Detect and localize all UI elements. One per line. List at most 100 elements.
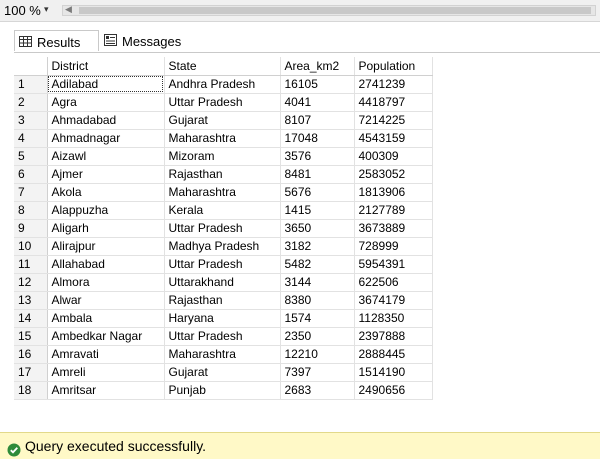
table-cell[interactable]: Allahabad [47, 255, 165, 274]
table-row[interactable]: 8 Alappuzha Kerala 1415 2127789 [14, 201, 433, 220]
table-cell[interactable]: 16105 [280, 75, 355, 94]
tab-results[interactable]: Results [14, 30, 99, 51]
table-cell[interactable]: Aligarh [47, 219, 165, 238]
table-cell[interactable]: Rajasthan [164, 291, 281, 310]
table-cell[interactable]: Haryana [164, 309, 281, 328]
table-cell[interactable]: 1514190 [354, 363, 433, 382]
row-number[interactable]: 2 [14, 93, 48, 112]
table-cell[interactable]: Gujarat [164, 111, 281, 130]
table-cell[interactable]: Amritsar [47, 381, 165, 400]
table-cell[interactable]: Akola [47, 183, 165, 202]
table-cell[interactable]: 5482 [280, 255, 355, 274]
row-number[interactable]: 15 [14, 327, 48, 346]
row-number[interactable]: 8 [14, 201, 48, 220]
table-cell[interactable]: 1415 [280, 201, 355, 220]
table-cell[interactable]: Alwar [47, 291, 165, 310]
table-row[interactable]: 14 Ambala Haryana 1574 1128350 [14, 309, 433, 328]
column-header[interactable]: State [164, 57, 281, 76]
table-row[interactable]: 11 Allahabad Uttar Pradesh 5482 5954391 [14, 255, 433, 274]
table-row[interactable]: 2 Agra Uttar Pradesh 4041 4418797 [14, 93, 433, 112]
table-cell[interactable]: 3576 [280, 147, 355, 166]
row-number[interactable]: 10 [14, 237, 48, 256]
table-row[interactable]: 15 Ambedkar Nagar Uttar Pradesh 2350 2397888 [14, 327, 433, 346]
table-cell[interactable]: 400309 [354, 147, 433, 166]
table-cell[interactable]: Alappuzha [47, 201, 165, 220]
row-number[interactable]: 16 [14, 345, 48, 364]
table-cell[interactable]: 8380 [280, 291, 355, 310]
table-row[interactable]: 6 Ajmer Rajasthan 8481 2583052 [14, 165, 433, 184]
row-number[interactable]: 3 [14, 111, 48, 130]
table-cell[interactable]: Maharashtra [164, 183, 281, 202]
row-number[interactable]: 4 [14, 129, 48, 148]
row-number[interactable]: 11 [14, 255, 48, 274]
table-row[interactable]: 7 Akola Maharashtra 5676 1813906 [14, 183, 433, 202]
table-cell[interactable]: Madhya Pradesh [164, 237, 281, 256]
table-cell[interactable]: Punjab [164, 381, 281, 400]
table-cell[interactable]: 2888445 [354, 345, 433, 364]
table-cell[interactable]: 17048 [280, 129, 355, 148]
table-row[interactable]: 12 Almora Uttarakhand 3144 622506 [14, 273, 433, 292]
table-row[interactable]: 10 Alirajpur Madhya Pradesh 3182 728999 [14, 237, 433, 256]
table-cell[interactable]: Amravati [47, 345, 165, 364]
table-cell[interactable]: 3674179 [354, 291, 433, 310]
table-cell[interactable]: 1813906 [354, 183, 433, 202]
row-number[interactable]: 13 [14, 291, 48, 310]
table-cell[interactable]: Alirajpur [47, 237, 165, 256]
table-cell[interactable]: Kerala [164, 201, 281, 220]
table-cell[interactable]: Uttar Pradesh [164, 93, 281, 112]
corner-cell[interactable] [14, 57, 48, 76]
results-grid[interactable]: District State Area_km2 Population 1 Adil… [14, 52, 600, 432]
row-number[interactable]: 17 [14, 363, 48, 382]
table-cell[interactable]: 1574 [280, 309, 355, 328]
scroll-left-arrow-icon[interactable]: ◀ [65, 4, 72, 15]
table-cell[interactable]: Ambedkar Nagar [47, 327, 165, 346]
table-cell[interactable]: 5954391 [354, 255, 433, 274]
table-cell[interactable]: 12210 [280, 345, 355, 364]
scrollbar-thumb[interactable] [79, 7, 591, 14]
table-cell[interactable]: 1128350 [354, 309, 433, 328]
table-row[interactable]: 5 Aizawl Mizoram 3576 400309 [14, 147, 433, 166]
table-cell[interactable]: 5676 [280, 183, 355, 202]
table-row[interactable]: 16 Amravati Maharashtra 12210 2888445 [14, 345, 433, 364]
table-cell[interactable]: Uttar Pradesh [164, 219, 281, 238]
table-row[interactable]: 9 Aligarh Uttar Pradesh 3650 3673889 [14, 219, 433, 238]
row-number[interactable]: 1 [14, 75, 48, 94]
row-number[interactable]: 7 [14, 183, 48, 202]
row-number[interactable]: 5 [14, 147, 48, 166]
table-cell[interactable]: 8481 [280, 165, 355, 184]
table-cell[interactable]: Aizawl [47, 147, 165, 166]
table-cell[interactable]: 3182 [280, 237, 355, 256]
row-number[interactable]: 9 [14, 219, 48, 238]
table-cell[interactable]: 2490656 [354, 381, 433, 400]
table-row[interactable]: 4 Ahmadnagar Maharashtra 17048 4543159 [14, 129, 433, 148]
column-header[interactable]: Area_km2 [280, 57, 355, 76]
table-cell[interactable]: Rajasthan [164, 165, 281, 184]
table-cell[interactable]: 4041 [280, 93, 355, 112]
row-number[interactable]: 12 [14, 273, 48, 292]
table-cell[interactable]: Agra [47, 93, 165, 112]
table-cell[interactable]: Ahmadnagar [47, 129, 165, 148]
table-cell[interactable]: 7397 [280, 363, 355, 382]
table-cell[interactable]: Adilabad [47, 75, 165, 94]
table-cell[interactable]: Amreli [47, 363, 165, 382]
table-cell[interactable]: Uttarakhand [164, 273, 281, 292]
table-row[interactable]: 3 Ahmadabad Gujarat 8107 7214225 [14, 111, 433, 130]
table-cell[interactable]: 2127789 [354, 201, 433, 220]
table-cell[interactable]: 3144 [280, 273, 355, 292]
table-row[interactable]: 18 Amritsar Punjab 2683 2490656 [14, 381, 433, 400]
table-cell[interactable]: 622506 [354, 273, 433, 292]
table-cell[interactable]: Almora [47, 273, 165, 292]
table-cell[interactable]: 4418797 [354, 93, 433, 112]
horizontal-scrollbar[interactable]: ◀ [62, 4, 596, 16]
table-cell[interactable]: 2683 [280, 381, 355, 400]
table-row[interactable]: 17 Amreli Gujarat 7397 1514190 [14, 363, 433, 382]
row-number[interactable]: 6 [14, 165, 48, 184]
table-cell[interactable]: Gujarat [164, 363, 281, 382]
row-number[interactable]: 18 [14, 381, 48, 400]
table-row[interactable]: 13 Alwar Rajasthan 8380 3674179 [14, 291, 433, 310]
column-header[interactable]: District [47, 57, 165, 76]
table-cell[interactable]: 4543159 [354, 129, 433, 148]
table-cell[interactable]: Uttar Pradesh [164, 255, 281, 274]
table-cell[interactable]: Maharashtra [164, 129, 281, 148]
table-cell[interactable]: 3650 [280, 219, 355, 238]
